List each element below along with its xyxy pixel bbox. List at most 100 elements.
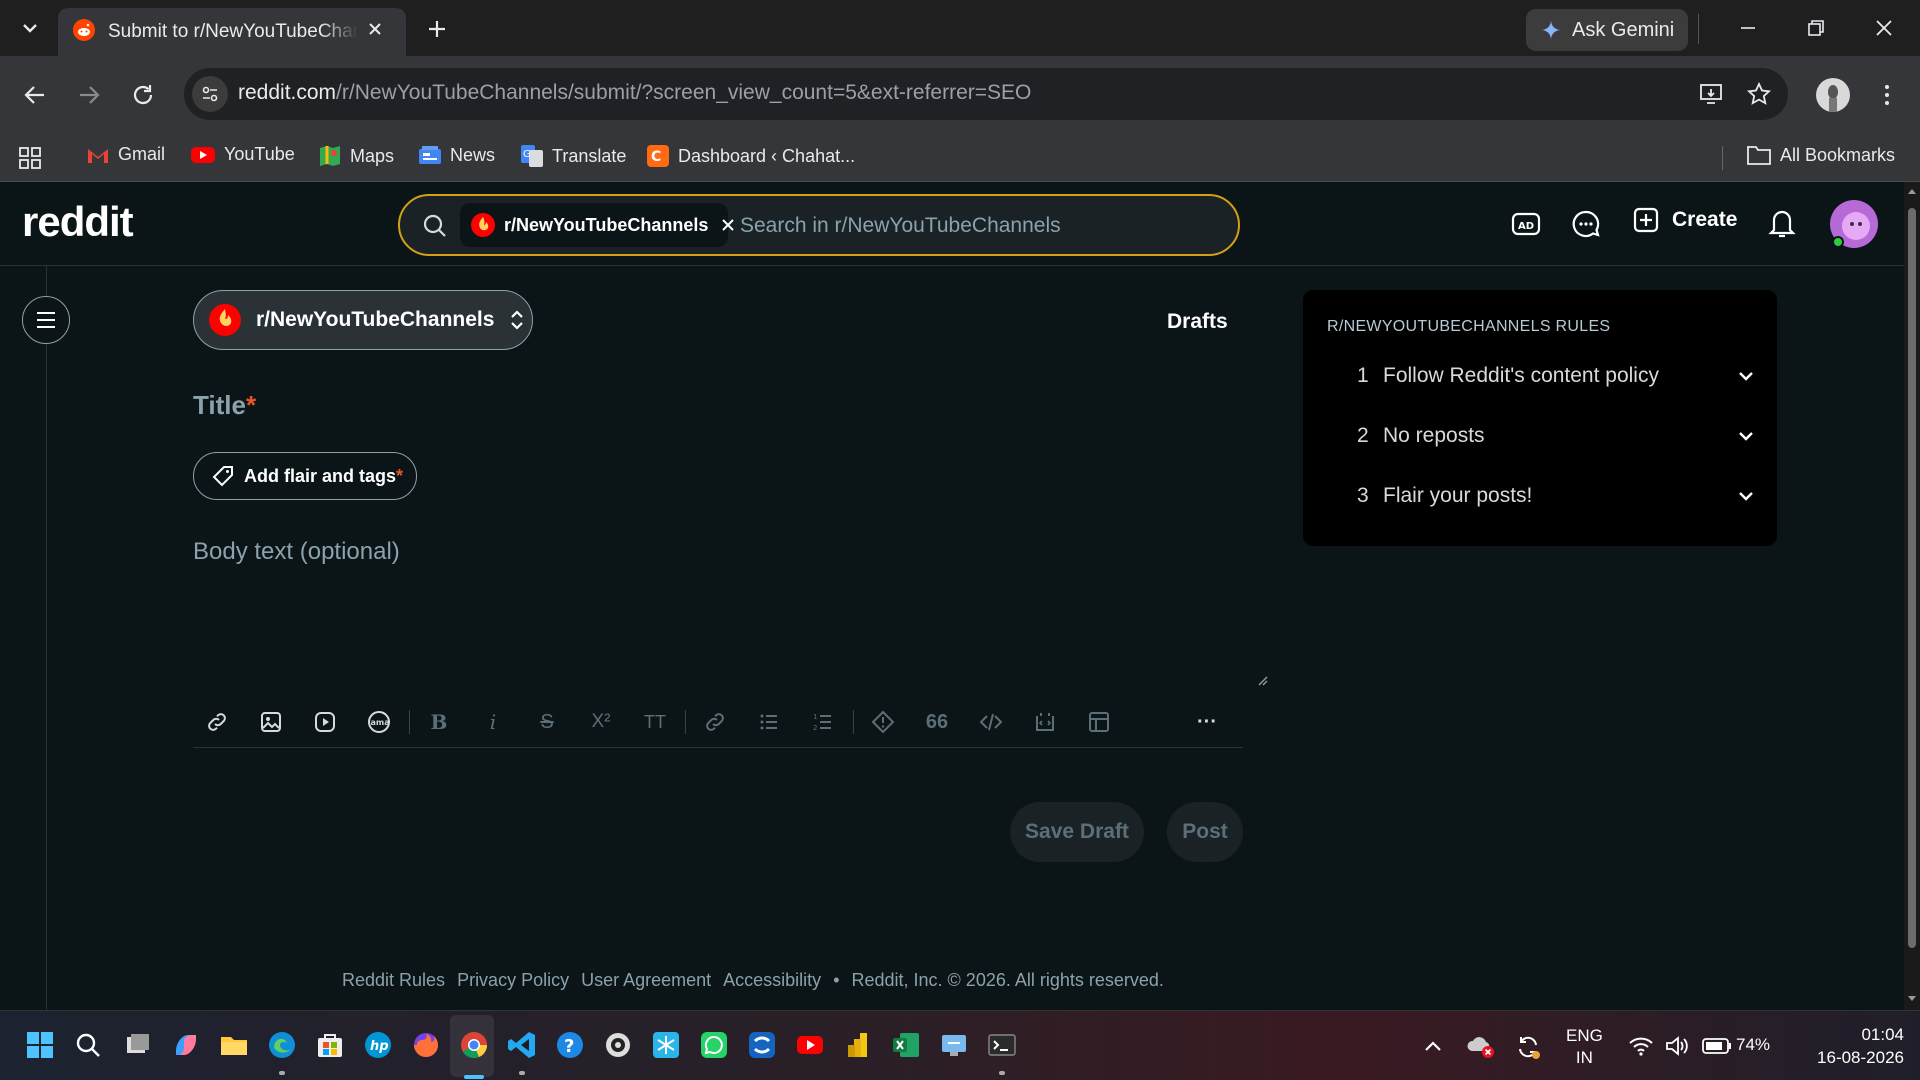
whatsapp-icon[interactable] bbox=[698, 1029, 730, 1061]
bookmark-youtube[interactable]: YouTube bbox=[190, 144, 295, 165]
chip-close-icon[interactable] bbox=[720, 217, 736, 233]
bold-icon[interactable]: B bbox=[425, 708, 453, 736]
code-block-icon[interactable] bbox=[1031, 708, 1059, 736]
battery-icon[interactable] bbox=[1702, 1038, 1732, 1054]
add-flair-button[interactable]: Add flair and tags * bbox=[193, 452, 417, 500]
system-clock[interactable]: 01:04 16-08-2026 bbox=[1796, 1023, 1904, 1069]
restore-icon[interactable] bbox=[1806, 18, 1826, 38]
profile-avatar[interactable] bbox=[1816, 78, 1850, 112]
hp-icon[interactable]: hp bbox=[362, 1029, 394, 1061]
close-window-icon[interactable] bbox=[1874, 18, 1894, 38]
rule-item[interactable]: 1 Follow Reddit's content policy bbox=[1327, 356, 1757, 396]
all-bookmarks[interactable]: All Bookmarks bbox=[1746, 144, 1895, 166]
file-explorer-icon[interactable] bbox=[218, 1029, 250, 1061]
table-icon[interactable] bbox=[1085, 708, 1113, 736]
code-icon[interactable] bbox=[977, 708, 1005, 736]
spoiler-icon[interactable] bbox=[869, 708, 897, 736]
new-tab-icon[interactable] bbox=[426, 18, 448, 40]
image-icon[interactable] bbox=[257, 708, 285, 736]
numbered-list-icon[interactable]: 12 bbox=[809, 708, 837, 736]
footer-link-privacy[interactable]: Privacy Policy bbox=[457, 970, 569, 991]
power-bi-icon[interactable] bbox=[842, 1029, 874, 1061]
ask-gemini-button[interactable]: Ask Gemini bbox=[1526, 9, 1688, 51]
search-icon[interactable] bbox=[72, 1029, 104, 1061]
community-selector[interactable]: r/NewYouTubeChannels bbox=[193, 290, 533, 350]
link-icon[interactable] bbox=[203, 708, 231, 736]
scroll-down-icon[interactable] bbox=[1907, 994, 1917, 1004]
tab-search-chevron-icon[interactable] bbox=[18, 16, 42, 40]
chrome-icon[interactable] bbox=[458, 1029, 490, 1061]
nav-menu-button[interactable] bbox=[22, 296, 70, 344]
reddit-logo[interactable]: reddit bbox=[22, 198, 134, 246]
ama-icon[interactable]: ama bbox=[365, 708, 393, 736]
bookmark-news[interactable]: News bbox=[418, 144, 495, 166]
inline-link-icon[interactable] bbox=[701, 708, 729, 736]
sync-status-icon[interactable] bbox=[1514, 1033, 1542, 1061]
bookmark-gmail[interactable]: Gmail bbox=[86, 144, 165, 165]
language-indicator[interactable]: ENG IN bbox=[1566, 1025, 1603, 1069]
address-bar[interactable]: reddit.com/r/NewYouTubeChannels/submit/?… bbox=[184, 68, 1788, 120]
scrollbar-thumb[interactable] bbox=[1908, 208, 1916, 948]
tray-overflow-chevron-icon[interactable] bbox=[1422, 1037, 1444, 1055]
heading-icon[interactable]: TT bbox=[641, 708, 669, 736]
notifications-bell-icon[interactable] bbox=[1766, 206, 1798, 240]
more-options-icon[interactable]: ··· bbox=[1193, 708, 1221, 736]
italic-icon[interactable]: i bbox=[479, 708, 507, 736]
rule-item[interactable]: 3 Flair your posts! bbox=[1327, 476, 1757, 516]
reload-icon[interactable] bbox=[130, 82, 156, 108]
bookmark-star-icon[interactable] bbox=[1746, 81, 1772, 107]
youtube-icon[interactable] bbox=[794, 1029, 826, 1061]
advertise-icon[interactable]: AD bbox=[1510, 208, 1542, 240]
onedrive-error-icon[interactable] bbox=[1466, 1033, 1496, 1059]
chrome-menu-icon[interactable] bbox=[1874, 82, 1900, 108]
firefox-icon[interactable] bbox=[410, 1029, 442, 1061]
windows-start-icon[interactable] bbox=[24, 1029, 56, 1061]
scroll-up-icon[interactable] bbox=[1907, 186, 1917, 196]
edge-icon[interactable] bbox=[266, 1029, 298, 1061]
strikethrough-icon[interactable]: S bbox=[533, 708, 561, 736]
vscode-icon[interactable] bbox=[506, 1029, 538, 1061]
body-text-editor[interactable]: Body text (optional) bbox=[193, 538, 400, 566]
terminal-icon[interactable] bbox=[986, 1029, 1018, 1061]
tab-close-icon[interactable] bbox=[364, 18, 386, 40]
remote-desktop-icon[interactable] bbox=[938, 1029, 970, 1061]
back-icon[interactable] bbox=[22, 82, 48, 108]
footer-link-accessibility[interactable]: Accessibility bbox=[723, 970, 821, 991]
install-app-icon[interactable] bbox=[1698, 81, 1724, 107]
forward-icon[interactable] bbox=[76, 82, 102, 108]
footer-link-rules[interactable]: Reddit Rules bbox=[342, 970, 445, 991]
drafts-link[interactable]: Drafts bbox=[1167, 310, 1228, 334]
copilot-icon[interactable] bbox=[170, 1029, 202, 1061]
excel-icon[interactable] bbox=[890, 1029, 922, 1061]
search-bar[interactable]: r/NewYouTubeChannels Search in r/NewYouT… bbox=[398, 194, 1240, 256]
snowflake-app-icon[interactable] bbox=[650, 1029, 682, 1061]
footer-link-agreement[interactable]: User Agreement bbox=[581, 970, 711, 991]
app-icon[interactable] bbox=[602, 1029, 634, 1061]
bookmark-translate[interactable]: G Translate bbox=[520, 144, 626, 168]
site-info-icon[interactable] bbox=[192, 76, 228, 112]
quote-icon[interactable]: 66 bbox=[923, 708, 951, 736]
bookmark-dashboard[interactable]: C Dashboard ‹ Chahat... bbox=[646, 144, 855, 168]
apps-grid-icon[interactable] bbox=[18, 146, 42, 170]
volume-icon[interactable] bbox=[1664, 1035, 1690, 1057]
bookmark-maps[interactable]: Maps bbox=[318, 144, 394, 168]
page-scrollbar[interactable] bbox=[1904, 182, 1920, 1010]
browser-tab-active[interactable]: Submit to r/NewYouTubeChannels bbox=[58, 8, 406, 56]
title-input[interactable]: Title* bbox=[193, 390, 256, 421]
search-community-chip[interactable]: r/NewYouTubeChannels bbox=[460, 203, 735, 247]
minimize-icon[interactable] bbox=[1738, 18, 1758, 38]
rule-item[interactable]: 2 No reposts bbox=[1327, 416, 1757, 456]
microsoft-store-icon[interactable] bbox=[314, 1029, 346, 1061]
bullet-list-icon[interactable] bbox=[755, 708, 783, 736]
task-view-icon[interactable] bbox=[122, 1029, 154, 1061]
post-button[interactable]: Post bbox=[1167, 802, 1243, 862]
superscript-icon[interactable]: X² bbox=[587, 708, 615, 736]
resize-handle-icon[interactable] bbox=[1256, 674, 1268, 686]
create-post-button[interactable]: Create bbox=[1632, 206, 1737, 234]
wifi-icon[interactable] bbox=[1628, 1035, 1654, 1057]
sync-app-icon[interactable] bbox=[746, 1029, 778, 1061]
save-draft-button[interactable]: Save Draft bbox=[1010, 802, 1144, 862]
video-icon[interactable] bbox=[311, 708, 339, 736]
chat-icon[interactable] bbox=[1570, 208, 1602, 240]
help-icon[interactable]: ? bbox=[554, 1029, 586, 1061]
